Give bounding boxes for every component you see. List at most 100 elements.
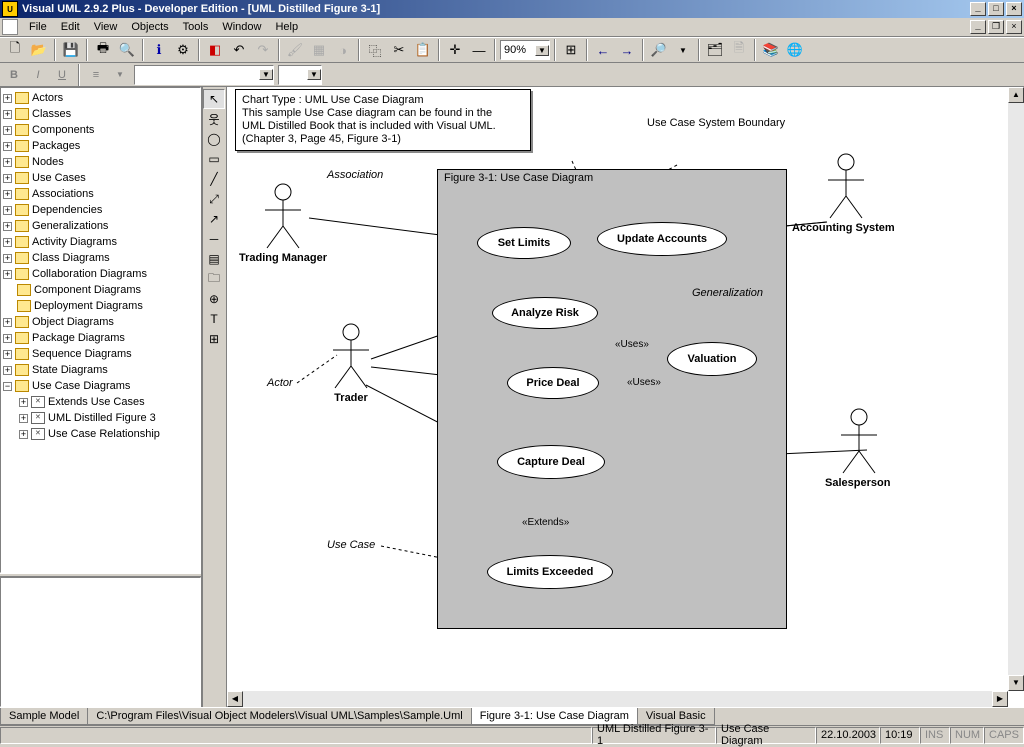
anchor-tool[interactable]: ⊕ — [203, 289, 225, 309]
mdi-close-button[interactable]: × — [1006, 20, 1022, 34]
italic-button[interactable]: I — [28, 65, 48, 85]
tree-item[interactable]: +Packages — [1, 138, 200, 154]
tree-item[interactable]: −Use Case Diagrams — [1, 378, 200, 394]
note-box[interactable]: Chart Type : UML Use Case Diagram This s… — [235, 89, 531, 151]
tree-item[interactable]: +Components — [1, 122, 200, 138]
vertical-scrollbar[interactable]: ▲ ▼ — [1008, 87, 1024, 691]
usecase-price-deal[interactable]: Price Deal — [507, 367, 599, 399]
tab-filepath[interactable]: C:\Program Files\Visual Object Modelers\… — [87, 708, 471, 725]
stamp-tool[interactable]: ⊞ — [203, 329, 225, 349]
tree-item[interactable]: +UML Distilled Figure 3 — [1, 410, 200, 426]
text-tool[interactable]: T — [203, 309, 225, 329]
tree-item[interactable]: +Use Cases — [1, 170, 200, 186]
copy-button[interactable]: ⿻ — [364, 39, 386, 61]
open-button[interactable]: 📂 — [28, 39, 50, 61]
tree-item[interactable]: +Use Case Relationship — [1, 426, 200, 442]
chevron-down-icon[interactable]: ▼ — [307, 69, 321, 80]
tree-item[interactable]: +Class Diagrams — [1, 250, 200, 266]
actor-trader[interactable]: Trader — [327, 322, 375, 404]
menu-file[interactable]: File — [22, 19, 54, 35]
dep-tool[interactable]: ⤢ — [203, 189, 225, 209]
zoom-combo[interactable]: 90% ▼ — [500, 40, 550, 60]
minus-button[interactable]: — — [468, 39, 490, 61]
actor-tool[interactable]: 웃 — [203, 109, 225, 129]
menu-view[interactable]: View — [87, 19, 125, 35]
usecase-update-accounts[interactable]: Update Accounts — [597, 222, 727, 256]
paint-button[interactable]: 🖌 — [284, 39, 306, 61]
tree-item[interactable]: +Classes — [1, 106, 200, 122]
print-button[interactable]: 🖶 — [92, 39, 114, 61]
actor-accounting-system[interactable]: Accounting System — [822, 152, 895, 234]
line-tool[interactable]: ─ — [203, 229, 225, 249]
scroll-left-button[interactable]: ◀ — [227, 691, 243, 707]
usecase-tool[interactable]: ◯ — [203, 129, 225, 149]
tree-item[interactable]: +Activity Diagrams — [1, 234, 200, 250]
preview-button[interactable]: 🔍 — [116, 39, 138, 61]
usecase-limits-exceeded[interactable]: Limits Exceeded — [487, 555, 613, 589]
save-button[interactable]: 💾 — [60, 39, 82, 61]
tree-item[interactable]: +Sequence Diagrams — [1, 346, 200, 362]
assoc-tool[interactable]: ╱ — [203, 169, 225, 189]
tool-a-button[interactable]: ◧ — [204, 39, 226, 61]
color-button[interactable]: ▼ — [110, 65, 130, 85]
fill-button[interactable]: ▦ — [308, 39, 330, 61]
menu-help[interactable]: Help — [268, 19, 305, 35]
tree-item[interactable]: +Object Diagrams — [1, 314, 200, 330]
mdi-minimize-button[interactable]: _ — [970, 20, 986, 34]
menu-window[interactable]: Window — [215, 19, 268, 35]
cut-button[interactable]: ✂ — [388, 39, 410, 61]
mdi-icon[interactable] — [2, 19, 18, 35]
tree-item[interactable]: +Generalizations — [1, 218, 200, 234]
tree-item[interactable]: +Actors — [1, 90, 200, 106]
tree-item[interactable]: +Collaboration Diagrams — [1, 266, 200, 282]
actor-trading-manager[interactable]: Trading Manager — [259, 182, 327, 264]
paste-button[interactable]: 📋 — [412, 39, 434, 61]
doc-button[interactable]: 🗎 — [728, 39, 750, 61]
tree-item[interactable]: Deployment Diagrams — [1, 298, 200, 314]
close-button[interactable]: × — [1006, 2, 1022, 16]
gen-tool[interactable]: ↗ — [203, 209, 225, 229]
tree-item[interactable]: Component Diagrams — [1, 282, 200, 298]
tab-sample-model[interactable]: Sample Model — [0, 708, 88, 725]
diagram-canvas[interactable]: Chart Type : UML Use Case Diagram This s… — [227, 87, 1024, 707]
menu-objects[interactable]: Objects — [124, 19, 175, 35]
pointer-tool[interactable]: ↖ — [203, 89, 225, 109]
usecase-set-limits[interactable]: Set Limits — [477, 227, 571, 259]
nav-fwd-button[interactable]: → — [616, 39, 638, 61]
font-combo[interactable]: ▼ — [134, 65, 274, 85]
usecase-capture-deal[interactable]: Capture Deal — [497, 445, 605, 479]
books-button[interactable]: 📚 — [760, 39, 782, 61]
nav-back-button[interactable]: ← — [592, 39, 614, 61]
maximize-button[interactable]: □ — [988, 2, 1004, 16]
tree-item[interactable]: +Nodes — [1, 154, 200, 170]
crosshair-button[interactable]: ✛ — [444, 39, 466, 61]
tree-item[interactable]: +Package Diagrams — [1, 330, 200, 346]
tree-item[interactable]: +Extends Use Cases — [1, 394, 200, 410]
menu-edit[interactable]: Edit — [54, 19, 87, 35]
scroll-up-button[interactable]: ▲ — [1008, 87, 1024, 103]
chevron-down-icon[interactable]: ▼ — [259, 69, 273, 80]
underline-button[interactable]: U — [52, 65, 72, 85]
alignleft-button[interactable]: ≡ — [86, 65, 106, 85]
note-tool[interactable]: ▤ — [203, 249, 225, 269]
tree-item[interactable]: +State Diagrams — [1, 362, 200, 378]
spray-button[interactable]: ◑ — [332, 39, 354, 61]
usecase-valuation[interactable]: Valuation — [667, 342, 757, 376]
globe-button[interactable]: 🌐 — [784, 39, 806, 61]
actor-salesperson[interactable]: Salesperson — [835, 407, 890, 489]
scroll-right-button[interactable]: ▶ — [992, 691, 1008, 707]
redo-button[interactable]: ↷ — [252, 39, 274, 61]
usecase-analyze-risk[interactable]: Analyze Risk — [492, 297, 598, 329]
find-opt-button[interactable]: ▼ — [672, 39, 694, 61]
horizontal-scrollbar[interactable]: ◀ ▶ — [227, 691, 1008, 707]
bold-button[interactable]: B — [4, 65, 24, 85]
folder-tree-button[interactable]: 🗂 — [704, 39, 726, 61]
tree-item[interactable]: +Associations — [1, 186, 200, 202]
info-button[interactable]: ℹ — [148, 39, 170, 61]
chevron-down-icon[interactable]: ▼ — [535, 45, 549, 56]
mdi-restore-button[interactable]: ❐ — [988, 20, 1004, 34]
scroll-down-button[interactable]: ▼ — [1008, 675, 1024, 691]
undo-button[interactable]: ↶ — [228, 39, 250, 61]
fit-button[interactable]: ⊞ — [560, 39, 582, 61]
tree-item[interactable]: +Dependencies — [1, 202, 200, 218]
